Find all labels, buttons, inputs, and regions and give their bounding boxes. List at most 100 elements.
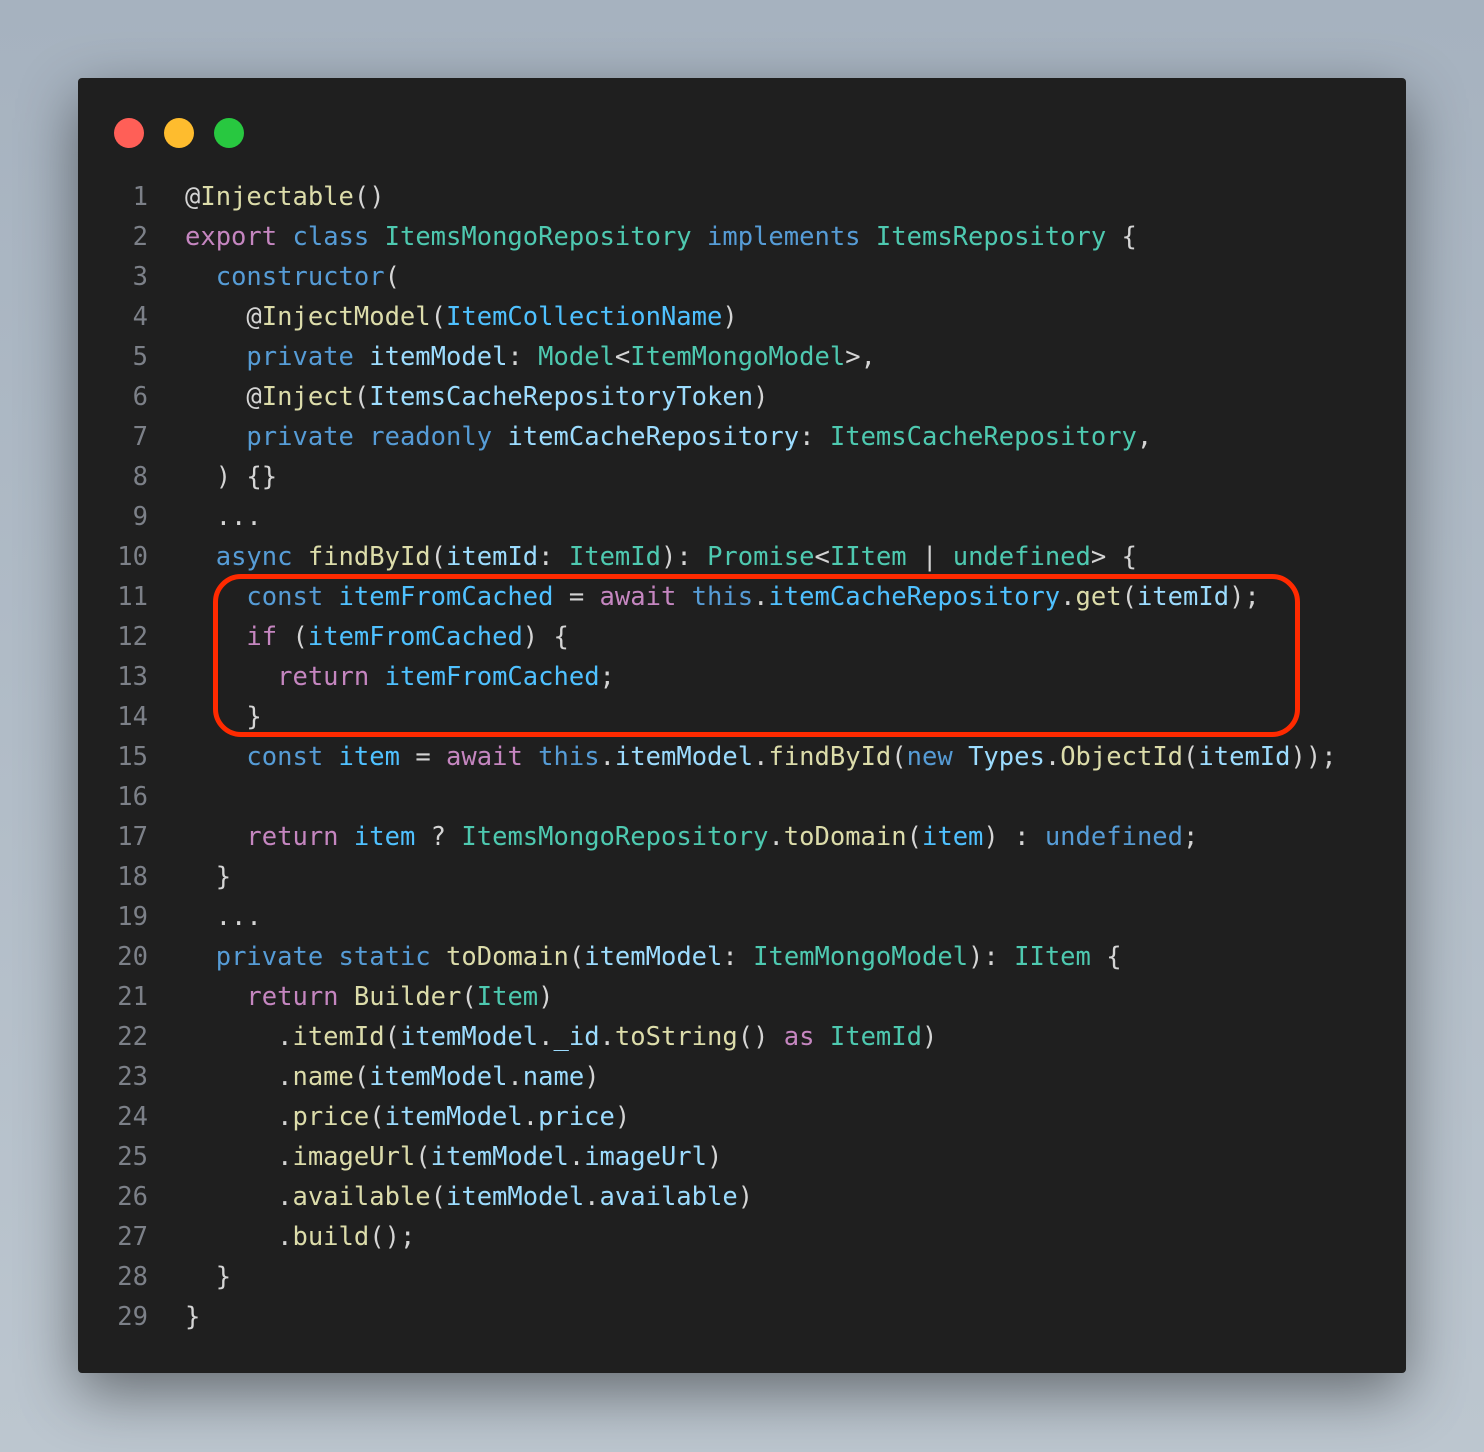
code-token: itemId xyxy=(1198,742,1291,772)
code-token: ( xyxy=(568,942,585,972)
code-token: itemModel xyxy=(369,1062,508,1092)
code-token: IItem xyxy=(1014,942,1091,972)
code-token: private xyxy=(215,942,324,972)
code-token: ... xyxy=(185,902,262,932)
code-token: toString xyxy=(614,1022,738,1052)
line-source: } xyxy=(185,857,231,897)
code-token: await xyxy=(446,742,523,772)
code-token: itemId xyxy=(446,542,539,572)
line-number: 17 xyxy=(117,822,148,852)
line-number: 26 xyxy=(117,1182,148,1212)
code-token: . xyxy=(185,1182,293,1212)
line-source: .name(itemModel.name) xyxy=(185,1057,600,1097)
line-number: 1 xyxy=(132,182,148,212)
line-source: export class ItemsMongoRepository implem… xyxy=(185,217,1137,257)
code-token: ( xyxy=(415,1142,431,1172)
line-source: .build(); xyxy=(185,1217,415,1257)
code-token: ) xyxy=(614,1102,631,1132)
line-number: 6 xyxy=(132,382,148,412)
code-token: ( xyxy=(369,1102,385,1132)
code-token: ) xyxy=(922,1022,938,1052)
code-token: < xyxy=(814,542,830,572)
code-token: ( xyxy=(1183,742,1199,772)
line-number: 3 xyxy=(132,262,148,292)
line-number: 21 xyxy=(117,982,148,1012)
line-source: @InjectModel(ItemCollectionName) xyxy=(185,297,738,337)
line-source: ... xyxy=(185,897,262,937)
code-token: implements xyxy=(707,222,861,252)
line-number: 2 xyxy=(132,222,148,252)
code-token: async xyxy=(215,542,293,572)
code-token: ... xyxy=(185,502,262,532)
code-token: price xyxy=(292,1102,370,1132)
code-token: readonly xyxy=(369,422,493,452)
code-token: Types xyxy=(968,742,1045,772)
line-source: private static toDomain(itemModel: ItemM… xyxy=(185,937,1122,977)
code-token: ) xyxy=(722,302,738,332)
code-token: . xyxy=(753,742,769,772)
code-token: ( xyxy=(461,982,477,1012)
code-token: _id xyxy=(553,1022,600,1052)
code-token: @ xyxy=(185,382,262,412)
code-token: ( xyxy=(891,742,907,772)
code-token: ItemsMongoRepository xyxy=(384,222,692,252)
line-source: return item ? ItemsMongoRepository.toDom… xyxy=(185,817,1198,857)
code-token: . xyxy=(599,1022,615,1052)
code-token: itemModel xyxy=(446,1182,585,1212)
code-token: itemModel xyxy=(584,942,723,972)
close-button[interactable] xyxy=(114,118,144,148)
code-token: name xyxy=(292,1062,354,1092)
code-token: private xyxy=(246,342,354,372)
code-token: name xyxy=(522,1062,585,1092)
line-source: } xyxy=(185,1257,231,1297)
line-source: private itemModel: Model<ItemMongoModel>… xyxy=(185,337,876,377)
code-token: . xyxy=(568,1142,585,1172)
code-token: Model xyxy=(538,342,615,372)
code-token: { xyxy=(1090,942,1122,972)
code-window: 1 @Injectable() 2 export class ItemsMongoRe… xyxy=(78,78,1406,1373)
code-token: . xyxy=(185,1222,293,1252)
code-token: : xyxy=(722,942,754,972)
code-token: item xyxy=(338,742,400,772)
code-token: ObjectId xyxy=(1060,742,1184,772)
code-token: itemCacheRepository xyxy=(507,422,800,452)
code-token: constructor xyxy=(215,262,385,292)
code-token: = xyxy=(399,742,447,772)
code-token: ( xyxy=(430,1182,446,1212)
minimize-button[interactable] xyxy=(164,118,194,148)
code-token: ) xyxy=(584,1062,600,1092)
line-number: 28 xyxy=(117,1262,148,1292)
code-token: private xyxy=(246,422,354,452)
code-token: . xyxy=(185,1102,293,1132)
code-token: ) xyxy=(538,982,554,1012)
line-number: 14 xyxy=(117,702,148,732)
code-token: toDomain xyxy=(446,942,569,972)
code-token: class xyxy=(292,222,370,252)
line-number: 12 xyxy=(117,622,148,652)
code-token: ( xyxy=(384,1022,400,1052)
code-token: price xyxy=(538,1102,615,1132)
code-token: > { xyxy=(1090,542,1137,572)
line-number: 4 xyxy=(132,302,148,332)
code-token: as xyxy=(783,1022,815,1052)
line-number: 24 xyxy=(117,1102,148,1132)
code-token: Builder xyxy=(353,982,462,1012)
code-token: itemModel xyxy=(369,342,508,372)
code-token: item xyxy=(921,822,984,852)
code-token: )); xyxy=(1290,742,1337,772)
code-token: : xyxy=(799,422,830,452)
code-token: @ xyxy=(185,182,201,212)
code-token: ItemCollectionName xyxy=(446,302,723,332)
maximize-button[interactable] xyxy=(214,118,244,148)
code-token: itemModel xyxy=(384,1102,523,1132)
